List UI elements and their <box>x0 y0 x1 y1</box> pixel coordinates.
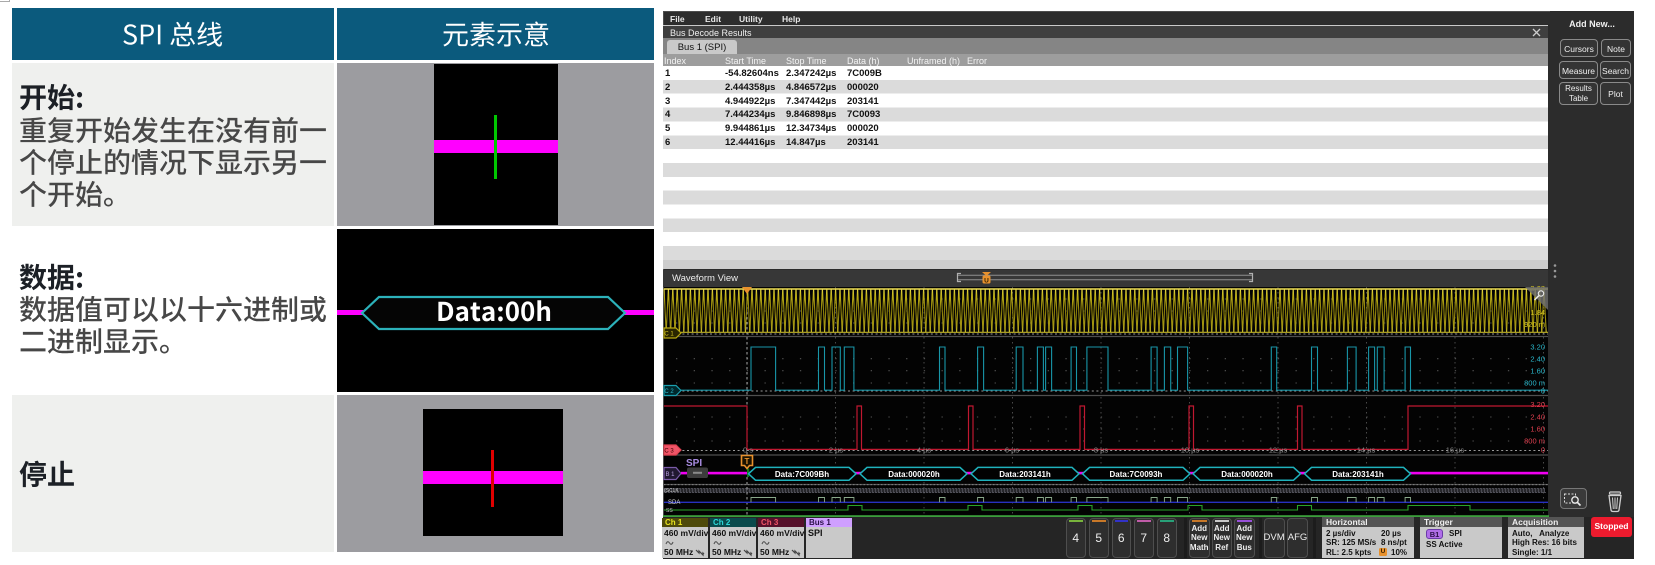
svg-text:14 µs: 14 µs <box>1357 446 1376 455</box>
svg-text:Data:203141h: Data:203141h <box>999 470 1051 479</box>
svg-text:0: 0 <box>1541 446 1545 455</box>
svg-text:16 µs: 16 µs <box>1446 446 1465 455</box>
svg-text:10 µs: 10 µs <box>1181 446 1200 455</box>
svg-text:Data:7C009Bh: Data:7C009Bh <box>775 470 829 479</box>
svg-text:0: 0 <box>1541 387 1545 396</box>
svg-text:SS: SS <box>666 508 673 514</box>
svg-text:Data:000020h: Data:000020h <box>888 470 940 479</box>
svg-text:920 m: 920 m <box>1524 320 1545 329</box>
svg-text:0 s: 0 s <box>743 446 753 455</box>
svg-text:(SCLK: (SCLK <box>664 488 679 494</box>
svg-text:Data:7C0093h: Data:7C0093h <box>1110 470 1163 479</box>
svg-text:4 µs: 4 µs <box>917 446 932 455</box>
svg-text:1.60: 1.60 <box>1530 367 1545 376</box>
svg-text:8 µs: 8 µs <box>1094 446 1109 455</box>
svg-text:T: T <box>745 457 750 466</box>
svg-text:1.84: 1.84 <box>1530 308 1545 317</box>
svg-text:12 µs: 12 µs <box>1269 446 1288 455</box>
svg-text:SPI: SPI <box>686 458 702 469</box>
svg-text:3.20: 3.20 <box>1530 400 1545 409</box>
svg-text:2 µs: 2 µs <box>829 446 844 455</box>
svg-text:SDA: SDA <box>668 500 680 506</box>
svg-text:B 1: B 1 <box>665 472 675 478</box>
svg-text:1.60: 1.60 <box>1530 425 1545 434</box>
svg-text:6 µs: 6 µs <box>1005 446 1020 455</box>
svg-text:C 2: C 2 <box>664 389 674 395</box>
svg-text:C 3: C 3 <box>664 449 674 455</box>
svg-text:3.20: 3.20 <box>1530 343 1545 352</box>
svg-text:800 m: 800 m <box>1524 437 1545 446</box>
svg-text:Data:000020h: Data:000020h <box>1221 470 1273 479</box>
svg-text:Data:203141h: Data:203141h <box>1332 470 1384 479</box>
svg-text:2.40: 2.40 <box>1530 355 1545 364</box>
svg-text:C 1: C 1 <box>664 332 674 338</box>
svg-text:2.40: 2.40 <box>1530 413 1545 422</box>
